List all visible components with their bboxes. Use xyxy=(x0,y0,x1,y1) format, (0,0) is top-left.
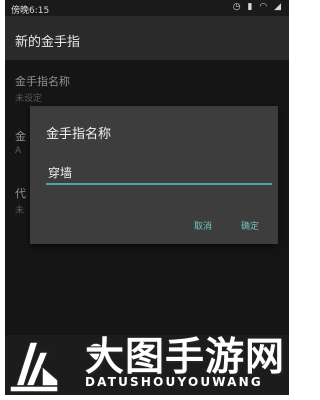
watermark: 大图手游网 DATUSHOUYOUWANG xyxy=(0,328,296,400)
battery-icon: ▮ xyxy=(247,2,255,12)
ok-button[interactable]: 确定 xyxy=(241,219,259,232)
app-bar: 新的金手指 xyxy=(5,16,289,60)
cheat-name-dialog: 金手指名称 取消 确定 xyxy=(30,106,278,244)
watermark-logo-icon xyxy=(9,341,59,393)
alarm-icon: ◷ xyxy=(232,2,243,12)
watermark-subtitle: DATUSHOUYOUWANG xyxy=(85,375,263,389)
status-bar: 傍晚6:15 ◷ ▮ ◠ ◢ xyxy=(5,0,289,16)
cancel-button[interactable]: 取消 xyxy=(194,219,212,232)
dialog-title: 金手指名称 xyxy=(46,127,112,142)
wifi-icon: ◠ xyxy=(259,2,270,12)
watermark-title: 大图手游网 xyxy=(85,334,286,380)
status-time: 傍晚6:15 xyxy=(11,6,50,16)
cheat-name-input[interactable] xyxy=(46,161,272,185)
signal-icon: ◢ xyxy=(274,2,283,12)
status-icons: ◷ ▮ ◠ ◢ xyxy=(233,2,283,12)
app-title: 新的金手指 xyxy=(15,35,81,50)
